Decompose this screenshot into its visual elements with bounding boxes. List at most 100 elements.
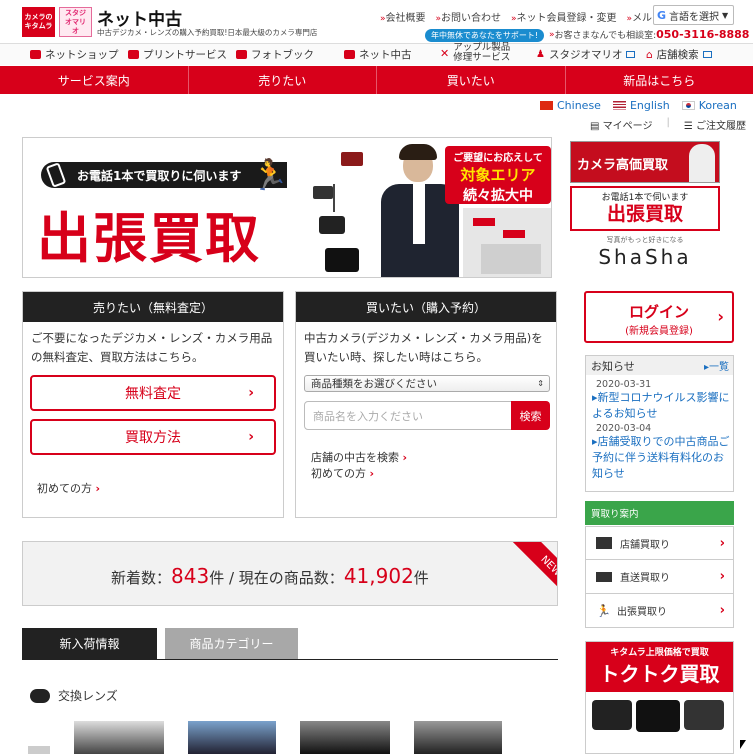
- tab-categories[interactable]: 商品カテゴリー: [165, 628, 298, 659]
- buy-panel-title: 買いたい（購入予約）: [296, 292, 556, 322]
- tab-new-arrivals[interactable]: 新入荷情報: [22, 628, 157, 659]
- sell-first-time-link[interactable]: 初めての方 ›: [37, 480, 100, 496]
- mypage-link[interactable]: ▤ マイページ: [590, 117, 652, 132]
- home-icon: ⌂: [646, 48, 653, 61]
- camera-icon: [592, 700, 632, 730]
- header-link-register[interactable]: »ネット会員登録・変更: [511, 9, 617, 24]
- purchase-method-button[interactable]: 買取方法 ›: [30, 419, 276, 455]
- hero-banner[interactable]: お電話1本で買取りに伺います 🏃 出張買取 ご要望にお応えして 対象エリア 続々…: [22, 137, 552, 278]
- nav-buy[interactable]: 買いたい: [377, 66, 566, 94]
- studio-mario-logo-text: スタジオマリオ: [65, 8, 86, 35]
- order-history-link[interactable]: ☰ ご注文履歴: [684, 117, 746, 132]
- product-search-input[interactable]: 商品名を入力ください: [304, 401, 512, 430]
- kitamura-logo-text: カメラのキタムラ: [24, 13, 53, 30]
- news-date: 2020-03-31: [596, 379, 652, 390]
- tripod-icon: [333, 184, 335, 212]
- sell-panel-title: 売りたい（無料査定）: [23, 292, 283, 322]
- toolbar-store-search[interactable]: ⌂ 店舗検索: [646, 47, 712, 62]
- new-count: 843: [171, 564, 210, 588]
- running-man-icon: 🏃: [251, 158, 289, 193]
- running-man-icon: 🏃: [596, 603, 611, 618]
- free-assessment-button[interactable]: 無料査定 ›: [30, 375, 276, 411]
- support-phone[interactable]: 050-3116-8888: [656, 28, 749, 41]
- high-price-banner-text: カメラ高価買取: [577, 158, 669, 173]
- product-thumb[interactable]: [188, 721, 276, 754]
- nav-new-items[interactable]: 新品はこちら: [566, 66, 753, 94]
- camera-icon: [319, 216, 345, 234]
- print-icon: [128, 50, 139, 59]
- toolbar-netshop[interactable]: ネットショップ: [30, 47, 119, 62]
- product-thumb[interactable]: [300, 721, 390, 754]
- header-link-company[interactable]: »会社概要: [380, 9, 426, 24]
- header-links: »会社概要 »お問い合わせ »ネット会員登録・変更 »メルマガ登録: [380, 9, 692, 24]
- toolbar-studio-mario[interactable]: ♟ スタジオマリオ: [536, 47, 636, 62]
- camera-icon: [341, 152, 363, 166]
- select-arrows-icon: ⇕: [537, 379, 544, 388]
- banner-headline: 出張買取: [37, 207, 261, 270]
- toolbar-print[interactable]: プリントサービス: [128, 47, 227, 62]
- truck-icon: [596, 571, 612, 582]
- news-header: お知らせ ▸一覧: [586, 356, 733, 375]
- news-item[interactable]: ▸新型コロナウイルス影響によるお知らせ: [592, 390, 731, 422]
- tab-divider: [22, 659, 558, 660]
- visit-purchase-title: 出張買取: [606, 203, 683, 225]
- visit-purchase-small: お電話1本で伺います: [601, 193, 689, 203]
- news-title: お知らせ: [591, 359, 635, 373]
- kitamura-logo[interactable]: カメラのキタムラ: [22, 7, 55, 37]
- product-thumb[interactable]: [74, 721, 164, 754]
- chevron-right-icon: ›: [248, 429, 254, 445]
- shasha-small: 写真がもっと好きになる: [606, 236, 684, 244]
- buy-panel-desc: 中古カメラ(デジカメ・レンズ・カメラ用品)を買いたい時、探したい時はこちら。: [304, 331, 543, 364]
- person-icon: ♟: [536, 49, 545, 60]
- language-select[interactable]: G 言語を選択 ▼: [653, 5, 734, 25]
- nav-sell[interactable]: 売りたい: [189, 66, 377, 94]
- header-link-contact[interactable]: »お問い合わせ: [436, 9, 502, 24]
- tokutoku-ad[interactable]: キタムラ上限価格で買取 トクトク買取: [585, 641, 734, 754]
- category-select[interactable]: 商品種類をお選びください ⇕: [304, 375, 550, 392]
- high-price-banner[interactable]: カメラ高価買取: [570, 141, 720, 183]
- chevron-right-icon: ›: [717, 307, 724, 326]
- support-line: » お客さまなんでも相談室: 050-3116-8888: [549, 28, 750, 41]
- nav-service-guide[interactable]: サービス案内: [0, 66, 189, 94]
- page: カメラのキタムラ スタジオマリオ ネット中古 中古デジカメ・レンズの購入予約買取…: [0, 0, 753, 754]
- camera-icon: [684, 700, 724, 730]
- toolbar-apple-repair[interactable]: ✕ アップル製品 修理サービス: [440, 43, 510, 63]
- camera-icon: [344, 50, 355, 59]
- phone-icon: [45, 162, 67, 188]
- login-register: (新規会員登録): [625, 326, 693, 337]
- kaitori-direct[interactable]: 直送買取り ›: [585, 560, 734, 594]
- product-thumb[interactable]: [414, 721, 502, 754]
- store-used-search-link[interactable]: 店舗の中古を検索 ›: [311, 449, 407, 465]
- search-button[interactable]: 検索: [511, 401, 550, 430]
- service-toolbar: ネットショップ プリントサービス フォトブック ネット中古 ✕ アップル製品 修理…: [0, 43, 753, 65]
- shasha-banner[interactable]: 写真がもっと好きになる ShaSha: [570, 235, 720, 275]
- toolbar-photobook[interactable]: フォトブック: [236, 47, 314, 62]
- china-flag-icon: [540, 101, 553, 110]
- news-date: 2020-03-04: [596, 423, 652, 434]
- lang-chinese[interactable]: Chinese: [540, 99, 601, 112]
- camera-icon: [313, 186, 333, 199]
- news-box: お知らせ ▸一覧 2020-03-31 ▸新型コロナウイルス影響によるお知らせ …: [585, 355, 734, 492]
- sell-panel-desc: ご不要になったデジカメ・レンズ・カメラ用品の無料査定、買取方法はこちら。: [31, 331, 273, 364]
- banner-cameras: [311, 146, 371, 276]
- language-select-label: 言語を選択: [669, 11, 720, 23]
- mouse-cursor: [740, 740, 746, 749]
- carousel-prev-button[interactable]: [28, 746, 50, 754]
- banner-buildings: [463, 208, 551, 277]
- banner-bubble: ご要望にお応えして 対象エリア 続々拡大中: [445, 146, 551, 204]
- google-icon: G: [657, 8, 667, 22]
- lang-korean[interactable]: Korean: [681, 99, 737, 112]
- external-window-icon: [702, 51, 712, 58]
- news-item[interactable]: ▸店舗受取りでの中古商品ご予約に伴う送料有料化のお知らせ: [592, 434, 731, 482]
- login-button[interactable]: ログイン (新規会員登録) ›: [584, 291, 734, 343]
- kaitori-visit[interactable]: 🏃 出張買取り ›: [585, 594, 734, 628]
- toolbar-netchuko[interactable]: ネット中古: [344, 47, 412, 62]
- buy-first-time-link[interactable]: 初めての方 ›: [311, 465, 374, 481]
- tokutoku-ad-title: トクトク買取: [586, 658, 733, 692]
- shasha-logo: ShaSha: [598, 245, 692, 269]
- visit-purchase-banner[interactable]: お電話1本で伺います 出張買取: [570, 186, 720, 231]
- studio-mario-logo[interactable]: スタジオマリオ: [59, 7, 92, 37]
- lang-english[interactable]: English: [612, 99, 670, 112]
- kaitori-store[interactable]: 店舗買取り ›: [585, 526, 734, 560]
- news-list-link[interactable]: ▸一覧: [704, 358, 729, 373]
